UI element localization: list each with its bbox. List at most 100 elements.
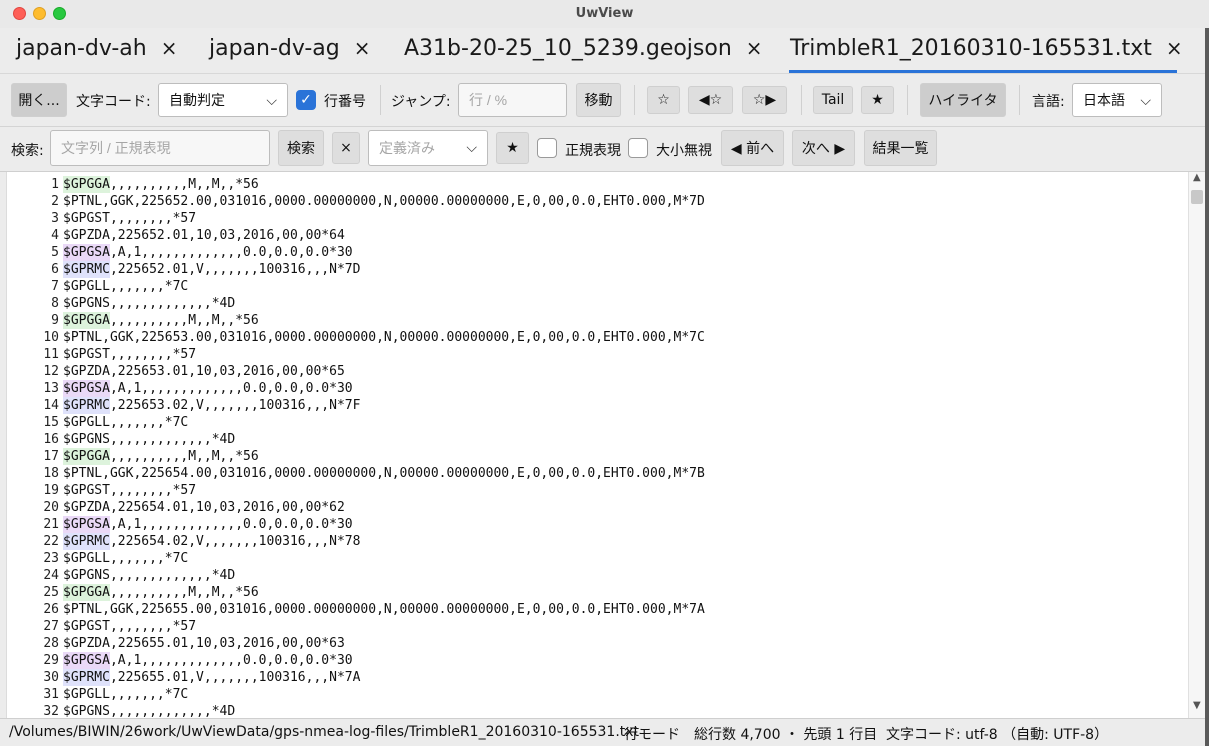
sentence-body: ,,,,,,,,,,M,,M,,*56 [109, 449, 259, 464]
sentence-body: ,A,1,,,,,,,,,,,,,0.0,0.0,0.0*30 [109, 381, 353, 396]
text-line: 17 $GPGGA ,,,,,,,,,,M,,M,,*56 [7, 448, 1188, 465]
sentence-type: $GPGGA [63, 176, 110, 193]
sentence-body: ,,,,,,,,,,,,,*4D [109, 704, 236, 718]
sentence-type: $GPGSA [63, 380, 110, 397]
preset-select[interactable]: 定義済み ⌵ [368, 130, 488, 166]
line-number: 30 [43, 670, 59, 685]
line-number: 27 [43, 619, 59, 634]
tab-trimble-txt[interactable]: TrimbleR1_20160310-165531.txt × [790, 36, 1183, 66]
search-prev-button[interactable]: ◀ 前へ [721, 130, 784, 166]
sentence-body: ,225653.02,V,,,,,,,100316,,,N*7F [109, 398, 361, 413]
line-number: 29 [43, 653, 59, 668]
clear-search-button[interactable]: × [332, 132, 360, 164]
text-line: 29 $GPGSA ,A,1,,,,,,,,,,,,,0.0,0.0,0.0*30 [7, 652, 1188, 669]
sentence-body: ,GGK,225652.00,031016,0000.00000000,N,00… [102, 194, 705, 209]
sentence-body: ,,,,,,,,,,M,,M,,*56 [109, 313, 259, 328]
sentence-body: ,,,,,,,,,,,,,*4D [109, 432, 236, 447]
line-number: 18 [43, 466, 59, 481]
tab-japan-dv-ag[interactable]: japan-dv-ag × [209, 36, 370, 66]
tab-japan-dv-ah[interactable]: japan-dv-ah × [16, 36, 177, 66]
line-number: 13 [43, 381, 59, 396]
tail-star-button[interactable]: ★ [861, 86, 894, 114]
encoding-select[interactable]: 自動判定 ⌵ [158, 83, 288, 117]
highlighter-button[interactable]: ハイライタ [920, 83, 1006, 117]
text-line: 32 $GPGNS ,,,,,,,,,,,,,*4D [7, 703, 1188, 718]
active-tab-indicator [789, 70, 1177, 73]
preset-placeholder: 定義済み [379, 141, 435, 157]
line-number: 17 [43, 449, 59, 464]
text-line: 19 $GPGST ,,,,,,,,*57 [7, 482, 1188, 499]
text-line: 9 $GPGGA ,,,,,,,,,,M,,M,,*56 [7, 312, 1188, 329]
ignore-case-checkbox[interactable] [628, 138, 648, 158]
jump-label: ジャンプ: [391, 94, 451, 110]
sentence-body: ,A,1,,,,,,,,,,,,,0.0,0.0,0.0*30 [109, 653, 353, 668]
bookmark-next-button[interactable]: ☆▶ [742, 86, 787, 114]
text-line: 15 $GPGLL ,,,,,,,*7C [7, 414, 1188, 431]
open-button[interactable]: 開く... [11, 83, 67, 117]
scroll-up-icon[interactable]: ▲ [1193, 172, 1201, 183]
sentence-body: ,225652.01,V,,,,,,,100316,,,N*7D [109, 262, 361, 277]
tail-button[interactable]: Tail [813, 86, 853, 114]
sentence-type: $GPGST [63, 619, 110, 634]
line-number: 31 [43, 687, 59, 702]
sentence-body: ,,,,,,,,*57 [109, 619, 197, 634]
line-list: 1 $GPGGA ,,,,,,,,,,M,,M,,*56 2 $PTNL ,GGK,225… [7, 176, 1188, 718]
status-mode: 行モード [624, 727, 680, 743]
tab-close-icon[interactable]: × [354, 36, 371, 60]
text-line: 22 $GPRMC ,225654.02,V,,,,,,,100316,,,N*78 [7, 533, 1188, 550]
favorite-search-button[interactable]: ★ [496, 132, 529, 164]
search-input[interactable] [50, 130, 270, 166]
language-select[interactable]: 日本語 ⌵ [1072, 83, 1162, 117]
sentence-type: $GPGGA [63, 312, 110, 329]
line-number: 12 [43, 364, 59, 379]
tab-close-icon[interactable]: × [1166, 36, 1183, 60]
tab-label: japan-dv-ah [16, 36, 147, 61]
sentence-type: $PTNL [63, 466, 103, 481]
line-numbers-checkbox[interactable]: ✓ [296, 90, 316, 110]
language-value: 日本語 [1083, 93, 1125, 109]
sentence-body: ,225654.02,V,,,,,,,100316,,,N*78 [109, 534, 361, 549]
line-number: 26 [43, 602, 59, 617]
results-list-button[interactable]: 結果一覧 [864, 130, 937, 166]
sentence-body: ,GGK,225655.00,031016,0000.00000000,N,00… [102, 602, 705, 617]
window-title: UwView [575, 6, 634, 21]
move-button[interactable]: 移動 [576, 83, 621, 117]
sentence-body: ,,,,,,,,*57 [109, 211, 197, 226]
sentence-type: $GPZDA [63, 500, 110, 515]
status-bar: /Volumes/BIWIN/26work/UwViewData/gps-nme… [0, 718, 1209, 746]
bookmark-toggle-button[interactable]: ☆ [647, 86, 680, 114]
sentence-body: ,225652.01,10,03,2016,00,00*64 [109, 228, 345, 243]
sentence-body: ,,,,,,,,*57 [109, 483, 197, 498]
text-line: 18 $PTNL ,GGK,225654.00,031016,0000.000000… [7, 465, 1188, 482]
text-line: 2 $PTNL ,GGK,225652.00,031016,0000.0000000… [7, 193, 1188, 210]
line-number: 21 [43, 517, 59, 532]
text-viewer[interactable]: 1 $GPGGA ,,,,,,,,,,M,,M,,*56 2 $PTNL ,GGK,225… [6, 172, 1188, 718]
vertical-scrollbar[interactable]: ▲ ▼ [1188, 172, 1205, 718]
regex-checkbox[interactable] [537, 138, 557, 158]
search-button[interactable]: 検索 [278, 130, 324, 166]
window-edge [1205, 28, 1209, 746]
tab-geojson[interactable]: A31b-20-25_10_5239.geojson × [404, 36, 763, 66]
jump-input[interactable] [458, 83, 567, 117]
sentence-type: $GPGST [63, 211, 110, 226]
sentence-body: ,,,,,,,*7C [109, 279, 189, 294]
text-line: 23 $GPGLL ,,,,,,,*7C [7, 550, 1188, 567]
sentence-body: ,,,,,,,*7C [109, 415, 189, 430]
text-line: 27 $GPGST ,,,,,,,,*57 [7, 618, 1188, 635]
sentence-body: ,225655.01,V,,,,,,,100316,,,N*7A [109, 670, 361, 685]
tab-close-icon[interactable]: × [161, 36, 178, 60]
scroll-down-icon[interactable]: ▼ [1193, 700, 1201, 711]
toolbar-divider [801, 85, 802, 115]
sentence-type: $GPGLL [63, 551, 110, 566]
status-encoding: 文字コード: utf-8 （自動: UTF-8） [886, 727, 1109, 743]
sentence-body: ,A,1,,,,,,,,,,,,,0.0,0.0,0.0*30 [109, 245, 353, 260]
search-next-button[interactable]: 次へ ▶ [792, 130, 855, 166]
bookmark-prev-button[interactable]: ◀☆ [688, 86, 733, 114]
sentence-body: ,GGK,225654.00,031016,0000.00000000,N,00… [102, 466, 705, 481]
line-number: 5 [51, 245, 59, 260]
tab-close-icon[interactable]: × [746, 36, 763, 60]
line-number: 4 [51, 228, 59, 243]
scrollbar-thumb[interactable] [1191, 190, 1203, 204]
line-number: 6 [51, 262, 59, 277]
sentence-body: ,,,,,,,,,,,,,*4D [109, 296, 236, 311]
